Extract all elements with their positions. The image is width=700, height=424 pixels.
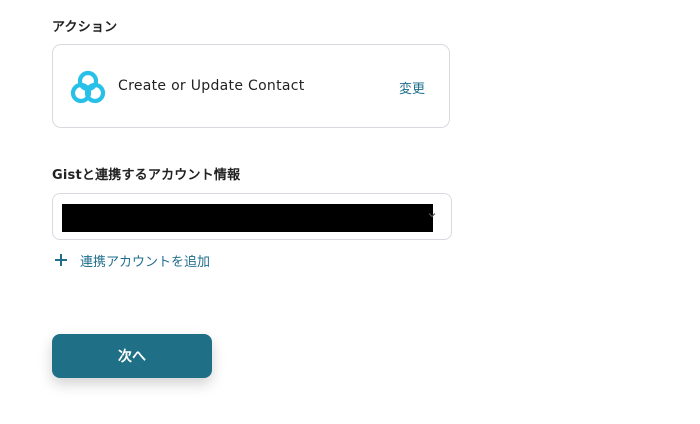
- gist-logo-icon: [70, 70, 106, 104]
- add-account-label: 連携アカウントを追加: [80, 254, 211, 270]
- plus-icon: [55, 254, 67, 266]
- account-select[interactable]: [52, 193, 452, 240]
- account-select-value: [62, 204, 433, 232]
- change-action-link[interactable]: 変更: [399, 78, 425, 97]
- chevron-down-icon: [428, 213, 436, 218]
- action-section-label: アクション: [52, 20, 118, 35]
- next-button[interactable]: 次へ: [52, 334, 212, 378]
- account-section-label: Gistと連携するアカウント情報: [52, 168, 241, 183]
- action-title: Create or Update Contact: [118, 78, 305, 94]
- action-card: Create or Update Contact 変更: [52, 44, 450, 128]
- add-account-button[interactable]: 連携アカウントを追加: [54, 250, 210, 270]
